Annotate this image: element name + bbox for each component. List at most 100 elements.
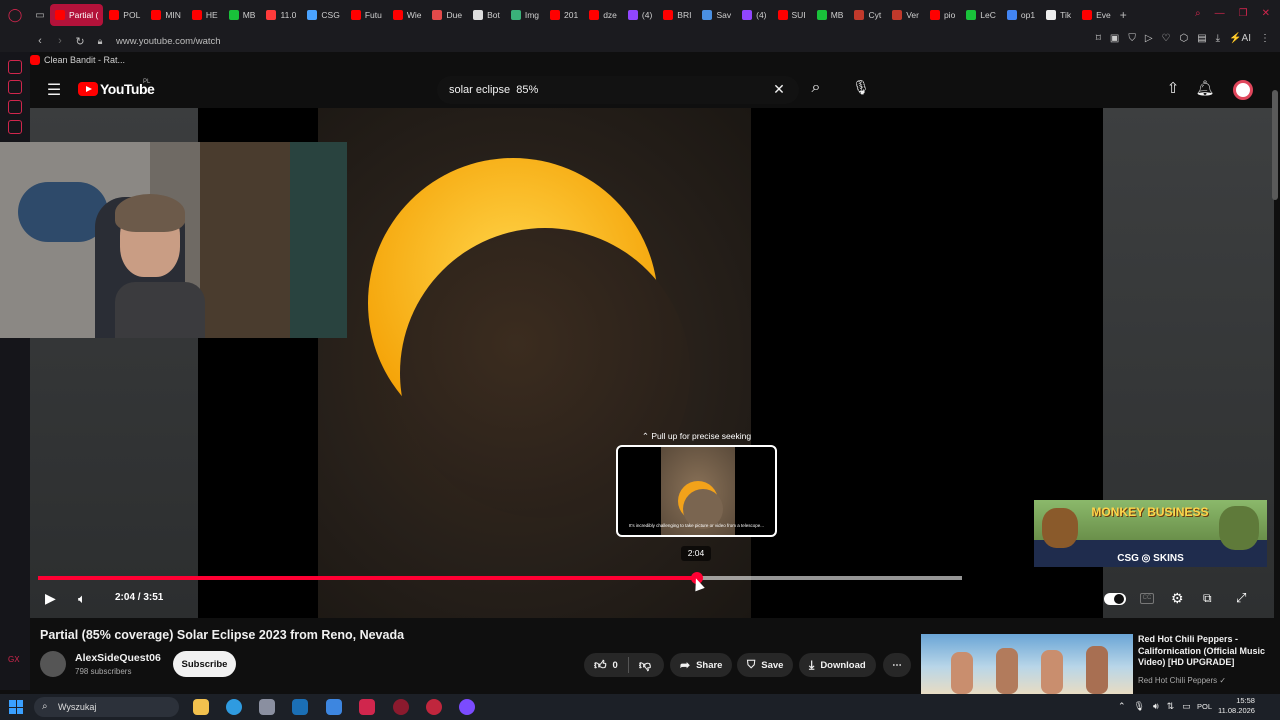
app-icon[interactable] (459, 699, 475, 715)
back-icon[interactable]: ‹ (30, 35, 50, 47)
browser-tab[interactable]: (4) (737, 4, 771, 26)
browser-tab[interactable]: Sav (697, 4, 736, 26)
heart-icon[interactable]: ♡ (1162, 33, 1171, 44)
browser-tab[interactable]: MB (812, 4, 849, 26)
browser-tab[interactable]: Partial ( (50, 4, 104, 26)
wallet-icon[interactable]: ▤ (1197, 33, 1206, 44)
settings-app-icon[interactable] (326, 699, 342, 715)
browser-tab[interactable]: op1 (1002, 4, 1040, 26)
browser-tab[interactable]: MB (224, 4, 261, 26)
settings-gear-icon[interactable]: ⚙ (1171, 590, 1184, 607)
download-button[interactable]: ⤓ Download (799, 653, 876, 677)
network-tray-icon[interactable]: ⇅ (1167, 701, 1175, 712)
file-explorer-icon[interactable] (193, 699, 209, 715)
start-button[interactable] (9, 700, 23, 714)
opera-menu-icon[interactable]: ◯ (0, 7, 30, 23)
discord-icon[interactable] (259, 699, 275, 715)
sidebar-messenger-icon[interactable] (8, 80, 22, 94)
antivirus-icon[interactable] (359, 699, 375, 715)
tab-overview-icon[interactable]: ▭ (30, 10, 50, 21)
new-tab-button[interactable]: + (1120, 8, 1127, 22)
browser-tab[interactable]: POL (104, 4, 145, 26)
microphone-tray-icon[interactable]: 🎙︎ (1134, 701, 1145, 712)
save-button[interactable]: ⛉ Save (737, 653, 794, 677)
subscribe-button[interactable]: Subscribe (173, 651, 236, 677)
page-scrollbar[interactable] (1272, 90, 1278, 200)
browser-tab[interactable]: HE (187, 4, 223, 26)
sidebar-gx-icon[interactable]: GX (8, 655, 22, 669)
recommendation-channel[interactable]: Red Hot Chili Peppers ✓ (1138, 676, 1226, 685)
browser-tab[interactable]: CSG (302, 4, 344, 26)
menu-icon[interactable]: ⋮ (1260, 33, 1270, 44)
browser-tab[interactable]: Ver (887, 4, 924, 26)
fullscreen-icon[interactable]: ⤢ (1236, 590, 1246, 606)
hamburger-menu-icon[interactable]: ☰ (42, 80, 66, 100)
url-text[interactable]: www.youtube.com/watch (116, 36, 221, 47)
browser-tab[interactable]: SUI (773, 4, 811, 26)
browser-tab[interactable]: dze (584, 4, 622, 26)
miniplayer-icon[interactable]: ⧉ (1203, 591, 1212, 606)
minimize-icon[interactable]: — (1215, 8, 1225, 19)
steam-icon[interactable] (292, 699, 308, 715)
share-button[interactable]: ➦ Share (670, 653, 733, 677)
browser-tab[interactable]: BRI (658, 4, 696, 26)
upload-icon[interactable]: ⇧ (1161, 79, 1185, 97)
system-clock[interactable]: 15:58 11.08.2026 (1218, 696, 1255, 716)
browser-tab[interactable]: Cyt (849, 4, 886, 26)
browser-tab[interactable]: Futu (346, 4, 387, 26)
maximize-icon[interactable]: ❐ (1239, 8, 1248, 19)
browser-tab[interactable]: pio (925, 4, 960, 26)
play-button[interactable]: ▶ (45, 590, 56, 607)
forward-icon[interactable]: › (50, 35, 70, 47)
search-tabs-icon[interactable]: ⌕ (1195, 8, 1201, 19)
shield-icon[interactable]: ⛉ (1128, 33, 1136, 44)
bookmark-item[interactable]: Clean Bandit - Rat... (44, 55, 125, 65)
browser-tab[interactable]: MIN (146, 4, 186, 26)
more-actions-button[interactable]: ⋯ (883, 653, 911, 677)
youtube-logo-icon[interactable] (78, 82, 98, 96)
extensions-icon[interactable]: ⬡ (1179, 33, 1188, 44)
bookmark-icon[interactable]: ⌑ (1096, 33, 1101, 44)
account-avatar[interactable] (1233, 80, 1253, 100)
channel-name[interactable]: AlexSideQuest06 (75, 652, 161, 664)
search-icon[interactable]: ⌕ (804, 79, 828, 97)
snapshot-icon[interactable]: ▣ (1110, 33, 1119, 44)
browser-tab[interactable]: Img (506, 4, 544, 26)
like-count[interactable]: 0 (613, 660, 618, 671)
battery-tray-icon[interactable]: ▭ (1182, 701, 1191, 712)
language-indicator[interactable]: POL (1197, 702, 1212, 711)
sidebar-chat-icon[interactable] (8, 100, 22, 114)
tray-chevron-icon[interactable]: ⌃ (1118, 701, 1126, 712)
close-window-icon[interactable]: ✕ (1262, 8, 1270, 19)
browser-tab[interactable]: Eve (1077, 4, 1116, 26)
subtitles-icon[interactable]: CC (1140, 593, 1154, 604)
browser-tab[interactable]: Due (427, 4, 467, 26)
volume-icon[interactable]: 🔈︎ (78, 591, 86, 607)
reload-icon[interactable]: ↻ (70, 35, 90, 48)
volume-tray-icon[interactable]: 🔊︎ (1153, 701, 1159, 712)
taskbar-search[interactable]: ⌕ Wyszukaj (34, 697, 179, 717)
channel-avatar[interactable] (40, 651, 66, 677)
ad-banner[interactable]: MONKEY BUSINESS CSG ◎ SKINS (1034, 500, 1267, 567)
microphone-icon[interactable]: 🎙︎ (849, 79, 873, 96)
browser-tab[interactable]: Bot (468, 4, 505, 26)
edge-browser-icon[interactable] (226, 699, 242, 715)
notifications-bell-icon[interactable]: 🔔︎ (1193, 79, 1217, 97)
recommendation-title[interactable]: Red Hot Chili Peppers - Californication … (1138, 634, 1268, 669)
sidebar-music-icon[interactable] (8, 120, 22, 134)
recommendation-thumbnail[interactable] (921, 634, 1133, 694)
opera-gx-icon[interactable] (393, 699, 409, 715)
browser-tab[interactable]: Tik (1041, 4, 1076, 26)
ai-icon[interactable]: ⚡AI (1229, 33, 1251, 44)
search-input[interactable] (449, 76, 769, 104)
progress-bar[interactable] (38, 572, 962, 584)
video-frame[interactable] (318, 108, 751, 618)
browser-tab[interactable]: (4) (623, 4, 657, 26)
like-icon[interactable]: 👍︎ (594, 658, 607, 673)
browser-tab[interactable]: 11.0 (261, 4, 301, 26)
clear-search-icon[interactable]: ✕ (767, 81, 791, 98)
dislike-icon[interactable]: 👎︎ (639, 658, 651, 673)
browser-tab[interactable]: Wie (388, 4, 427, 26)
autoplay-toggle[interactable] (1104, 593, 1126, 605)
opera-icon[interactable] (426, 699, 442, 715)
